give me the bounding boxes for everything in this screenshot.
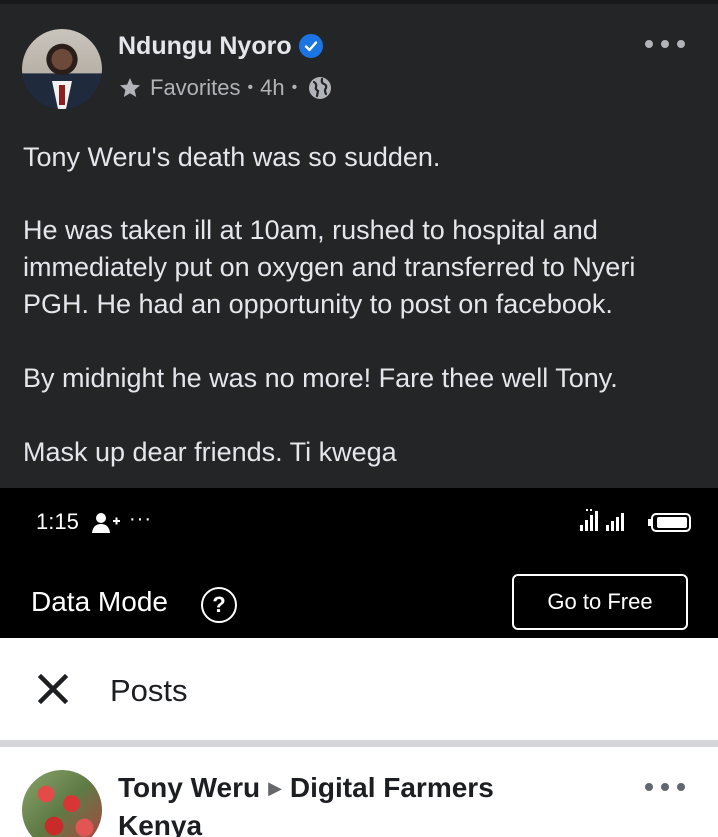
divider <box>0 0 718 4</box>
person-add-icon <box>92 513 120 533</box>
author-avatar[interactable] <box>22 29 102 109</box>
status-overflow: ··· <box>129 508 152 530</box>
go-to-free-button[interactable]: Go to Free <box>512 574 688 630</box>
divider <box>0 740 718 747</box>
more-dot <box>645 783 653 791</box>
author-name[interactable]: Ndungu Nyoro <box>118 32 292 61</box>
author-name-row: Ndungu Nyoro <box>118 30 323 62</box>
group-name[interactable]: Digital Farmers <box>290 772 494 803</box>
meta-separator: • <box>291 79 298 96</box>
more-dot <box>661 783 669 791</box>
status-time: 1:15 <box>36 509 79 534</box>
avatar-tie <box>59 85 65 105</box>
post-text-line: By midnight he was no more! Fare thee we… <box>23 363 618 393</box>
data-mode-label: Data Mode <box>31 586 168 617</box>
more-dot <box>645 40 653 48</box>
post-text-line: immediately put on oxygen and transferre… <box>23 252 636 282</box>
verified-badge-icon <box>298 34 323 58</box>
post-text-line: Mask up dear friends. Ti kwega <box>23 437 397 467</box>
help-icon[interactable]: ? <box>201 587 237 623</box>
audience-label[interactable]: Favorites <box>150 75 240 101</box>
more-dot <box>677 783 685 791</box>
next-post-author[interactable]: Tony Weru <box>118 772 260 803</box>
posts-title: Posts <box>110 673 188 708</box>
post-text-line: Tony Weru's death was so sudden. <box>23 142 441 172</box>
post-time[interactable]: 4h <box>260 75 284 101</box>
post-text-line: He was taken ill at 10am, rushed to hosp… <box>23 215 598 245</box>
post-meta: Favorites • 4h • <box>118 73 332 103</box>
battery-icon <box>648 513 691 532</box>
more-dot <box>677 40 685 48</box>
next-post-author-line: Tony Weru ▶ Digital Farmers <box>118 770 494 809</box>
close-icon[interactable] <box>36 672 70 706</box>
globe-icon <box>309 77 332 99</box>
arrow-right-icon: ▶ <box>268 778 282 798</box>
posts-header <box>0 638 718 740</box>
post-text-line: PGH. He had an opportunity to post on fa… <box>23 289 613 319</box>
meta-separator: • <box>247 79 254 96</box>
more-dot <box>661 40 669 48</box>
signal-icon <box>580 509 691 532</box>
group-name-continued[interactable]: Kenya <box>118 808 202 837</box>
more-icon[interactable] <box>645 34 685 54</box>
star-icon <box>120 78 140 97</box>
more-icon[interactable] <box>645 777 685 797</box>
